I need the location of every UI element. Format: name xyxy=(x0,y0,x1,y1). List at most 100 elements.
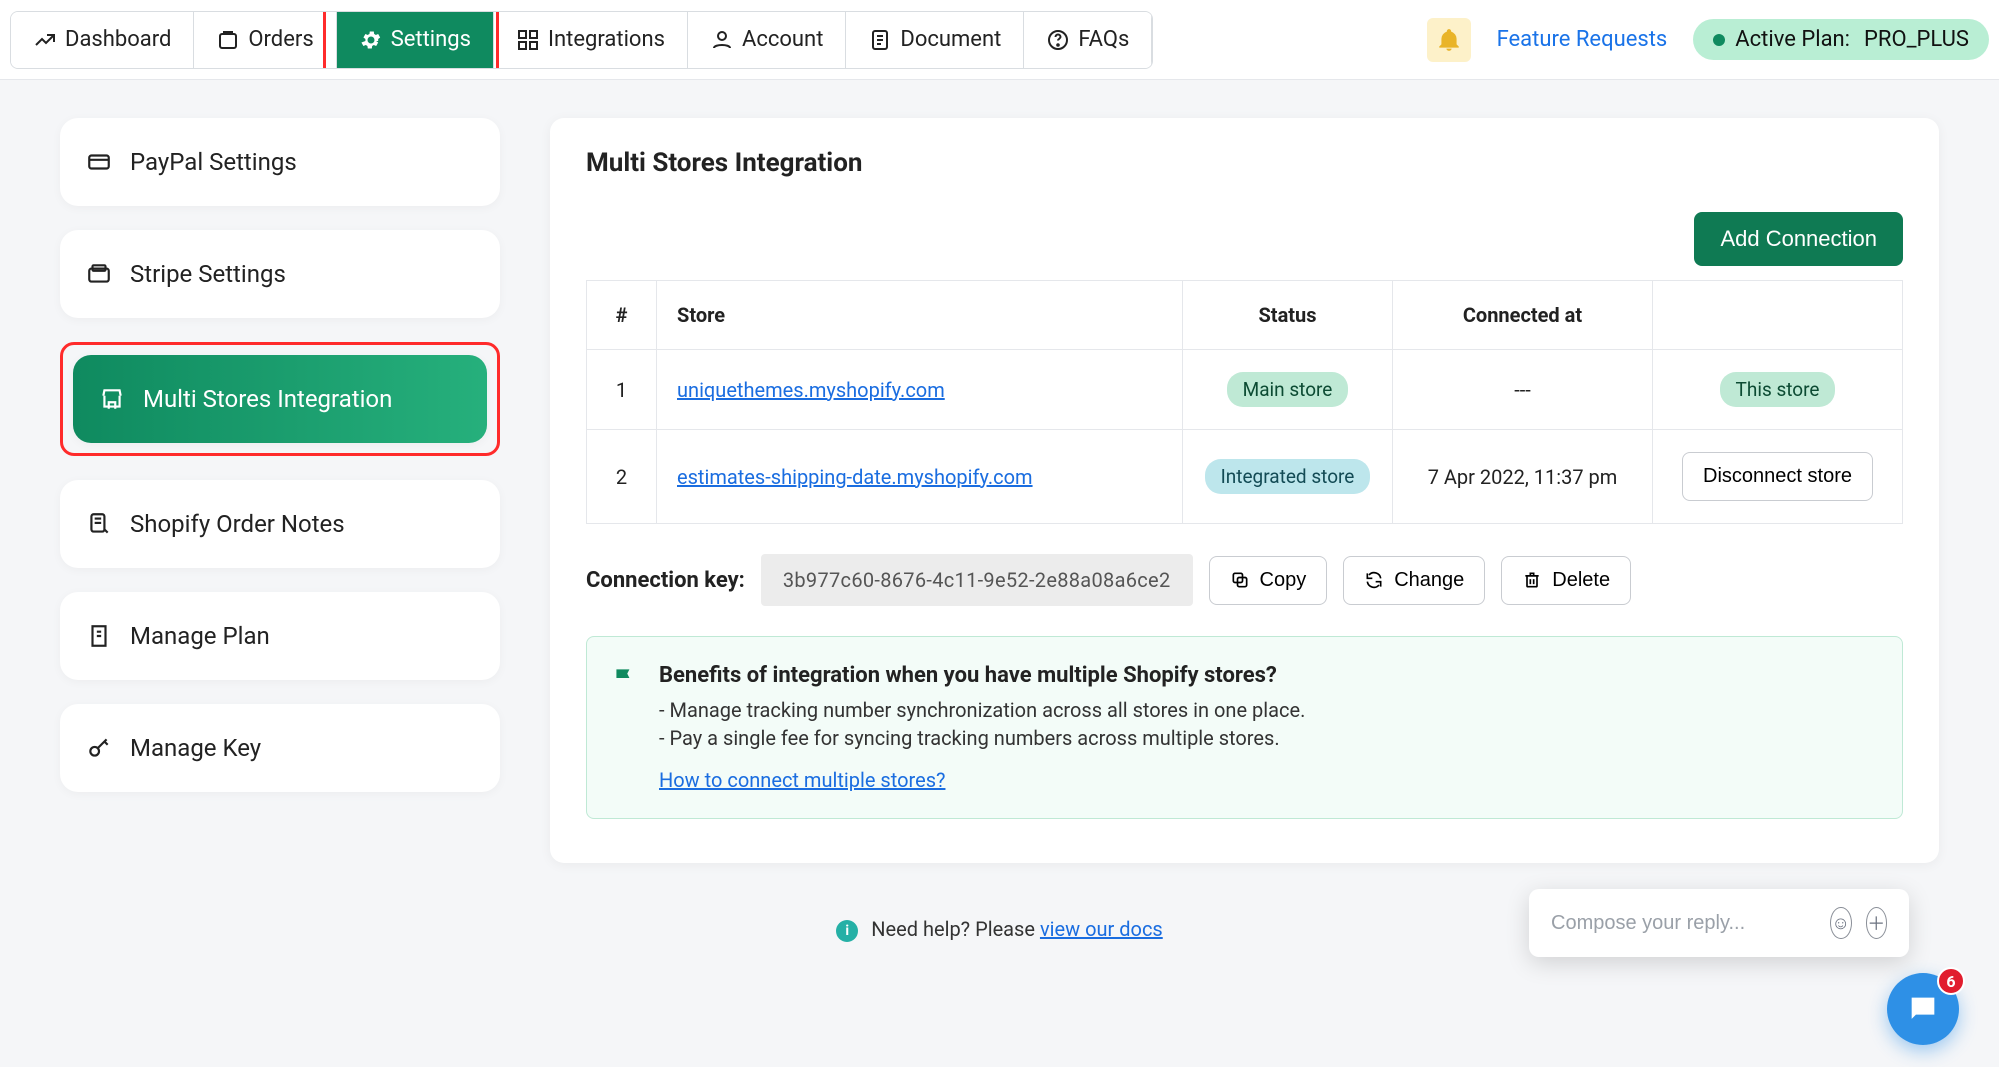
change-label: Change xyxy=(1394,569,1464,592)
sidebar-item-label: PayPal Settings xyxy=(130,148,297,176)
connection-key-row: Connection key: 3b977c60-8676-4c11-9e52-… xyxy=(586,554,1903,606)
nav-tabs: Dashboard Orders Settings Integrations A… xyxy=(10,11,1153,69)
cell-connected: 7 Apr 2022, 11:37 pm xyxy=(1393,430,1653,524)
help-text: Need help? Please xyxy=(871,917,1040,941)
sidebar-item-shopify-notes[interactable]: Shopify Order Notes xyxy=(60,480,500,568)
connection-key-label: Connection key: xyxy=(586,568,745,593)
info-bullet: - Pay a single fee for syncing tracking … xyxy=(659,726,1305,750)
flag-icon xyxy=(611,665,637,691)
nav-tab-label: Document xyxy=(900,27,1001,52)
nav-tab-account[interactable]: Account xyxy=(688,12,846,68)
col-action xyxy=(1653,281,1903,350)
status-dot-icon xyxy=(1713,34,1725,46)
sidebar-item-multistores[interactable]: Multi Stores Integration xyxy=(73,355,487,443)
nav-tab-faqs[interactable]: FAQs xyxy=(1024,12,1152,68)
faq-icon xyxy=(1046,28,1070,52)
col-connected: Connected at xyxy=(1393,281,1653,350)
info-bullet: - Manage tracking number synchronization… xyxy=(659,698,1305,722)
compose-reply-widget: ☺ ＋ xyxy=(1529,889,1909,957)
add-connection-button[interactable]: Add Connection xyxy=(1694,212,1903,266)
info-icon: i xyxy=(836,920,858,942)
top-nav: Dashboard Orders Settings Integrations A… xyxy=(0,0,1999,80)
panel-title: Multi Stores Integration xyxy=(586,148,1903,178)
copy-label: Copy xyxy=(1260,569,1307,592)
nav-tab-document[interactable]: Document xyxy=(846,12,1024,68)
chat-fab[interactable]: 6 xyxy=(1887,973,1959,1045)
sidebar-item-label: Multi Stores Integration xyxy=(143,385,392,413)
plan-value: PRO_PLUS xyxy=(1864,27,1969,52)
sidebar-item-label: Shopify Order Notes xyxy=(130,510,345,538)
nav-tab-label: Settings xyxy=(391,27,471,52)
notes-icon xyxy=(86,511,112,537)
plan-pill[interactable]: Active Plan: PRO_PLUS xyxy=(1693,19,1989,60)
nav-tab-label: Account xyxy=(742,27,823,52)
benefits-info-box: Benefits of integration when you have mu… xyxy=(586,636,1903,819)
integrations-icon xyxy=(516,28,540,52)
page-body: PayPal Settings Stripe Settings Multi St… xyxy=(0,80,1999,893)
store-link[interactable]: estimates-shipping-date.myshopify.com xyxy=(677,465,1033,489)
col-store: Store xyxy=(657,281,1183,350)
dashboard-icon xyxy=(33,28,57,52)
emoji-icon[interactable]: ☺ xyxy=(1830,907,1852,939)
info-title: Benefits of integration when you have mu… xyxy=(659,663,1305,688)
key-icon xyxy=(86,735,112,761)
sidebar-item-paypal[interactable]: PayPal Settings xyxy=(60,118,500,206)
settings-icon xyxy=(359,28,383,52)
sidebar-item-key[interactable]: Manage Key xyxy=(60,704,500,792)
this-store-badge: This store xyxy=(1720,372,1836,407)
change-button[interactable]: Change xyxy=(1343,556,1485,605)
change-icon xyxy=(1364,570,1384,590)
sidebar-item-label: Manage Key xyxy=(130,734,261,762)
cell-num: 1 xyxy=(587,350,657,430)
cell-num: 2 xyxy=(587,430,657,524)
col-num: # xyxy=(587,281,657,350)
view-docs-link[interactable]: view our docs xyxy=(1040,917,1163,941)
store-icon xyxy=(99,386,125,412)
receipt-icon xyxy=(86,623,112,649)
orders-icon xyxy=(216,28,240,52)
info-link[interactable]: How to connect multiple stores? xyxy=(659,768,945,792)
sidebar-item-stripe[interactable]: Stripe Settings xyxy=(60,230,500,318)
table-row: 2 estimates-shipping-date.myshopify.com … xyxy=(587,430,1903,524)
sidebar-item-label: Manage Plan xyxy=(130,622,270,650)
nav-tab-dashboard[interactable]: Dashboard xyxy=(11,12,194,68)
sidebar-item-label: Stripe Settings xyxy=(130,260,286,288)
plan-label: Active Plan: xyxy=(1735,27,1850,52)
nav-tab-label: FAQs xyxy=(1078,27,1129,52)
document-icon xyxy=(868,28,892,52)
nav-tab-orders[interactable]: Orders xyxy=(194,12,336,68)
delete-button[interactable]: Delete xyxy=(1501,556,1631,605)
nav-tab-label: Orders xyxy=(248,27,313,52)
disconnect-store-button[interactable]: Disconnect store xyxy=(1682,452,1873,501)
add-icon[interactable]: ＋ xyxy=(1866,907,1888,939)
delete-label: Delete xyxy=(1552,569,1610,592)
nav-tab-integrations[interactable]: Integrations xyxy=(494,12,688,68)
table-row: 1 uniquethemes.myshopify.com Main store … xyxy=(587,350,1903,430)
wallet-icon xyxy=(86,261,112,287)
status-badge: Main store xyxy=(1227,372,1349,407)
trash-icon xyxy=(1522,570,1542,590)
col-status: Status xyxy=(1183,281,1393,350)
compose-reply-input[interactable] xyxy=(1551,912,1816,935)
bell-icon xyxy=(1436,27,1462,53)
highlight-multistores: Multi Stores Integration xyxy=(60,342,500,456)
account-icon xyxy=(710,28,734,52)
settings-sidebar: PayPal Settings Stripe Settings Multi St… xyxy=(60,118,500,863)
main-panel: Multi Stores Integration Add Connection … xyxy=(550,118,1939,863)
card-icon xyxy=(86,149,112,175)
status-badge: Integrated store xyxy=(1205,459,1371,494)
nav-right: Feature Requests Active Plan: PRO_PLUS xyxy=(1427,18,1989,62)
store-link[interactable]: uniquethemes.myshopify.com xyxy=(677,378,945,402)
chat-icon xyxy=(1906,992,1940,1026)
stores-table: # Store Status Connected at 1 uniquethem… xyxy=(586,280,1903,524)
copy-icon xyxy=(1230,570,1250,590)
sidebar-item-plan[interactable]: Manage Plan xyxy=(60,592,500,680)
cell-connected: --- xyxy=(1393,350,1653,430)
notifications-button[interactable] xyxy=(1427,18,1471,62)
connection-key-value: 3b977c60-8676-4c11-9e52-2e88a08a6ce2 xyxy=(761,554,1193,606)
feature-requests-link[interactable]: Feature Requests xyxy=(1497,27,1668,52)
chat-badge: 6 xyxy=(1937,967,1965,995)
copy-button[interactable]: Copy xyxy=(1209,556,1328,605)
nav-tab-settings[interactable]: Settings xyxy=(337,12,494,68)
nav-tab-label: Dashboard xyxy=(65,27,171,52)
